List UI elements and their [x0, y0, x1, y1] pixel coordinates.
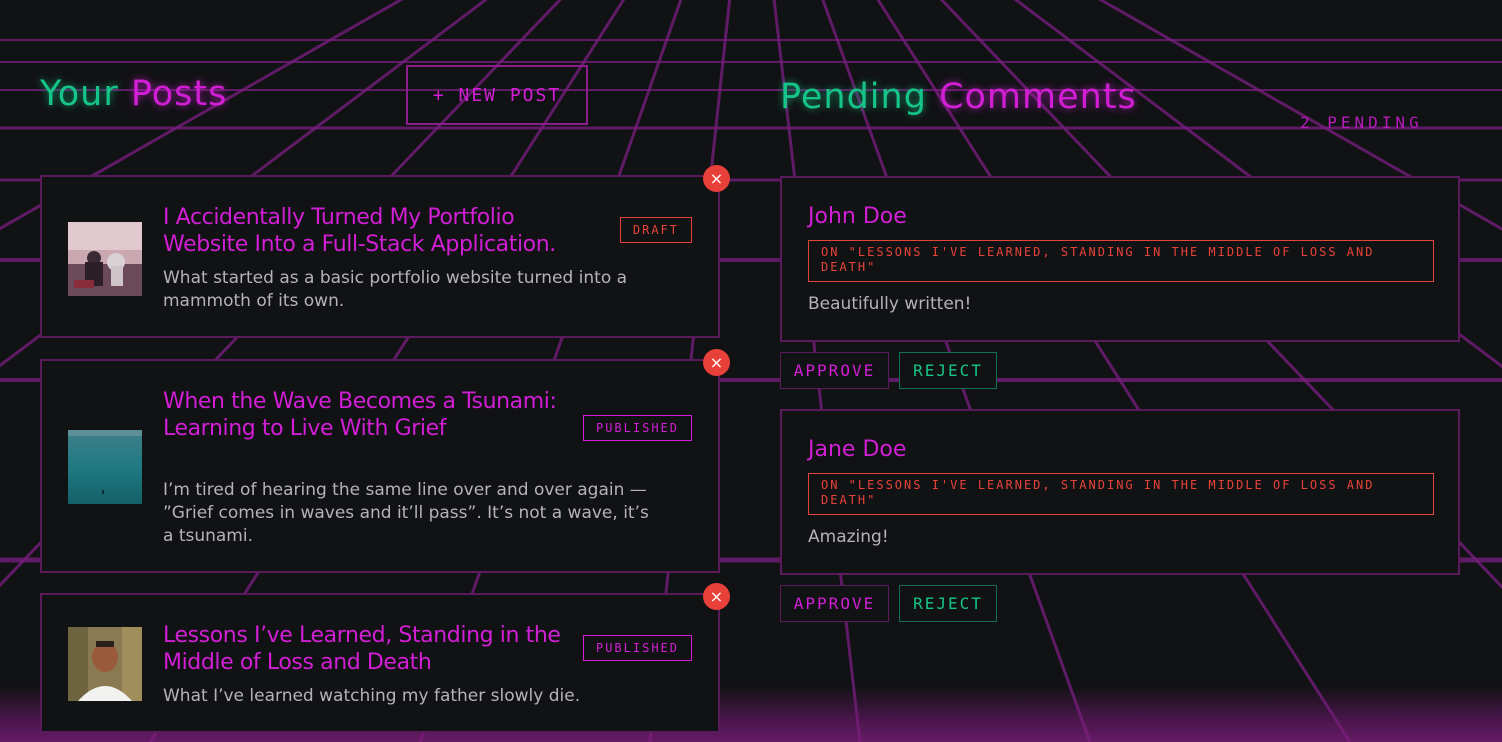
- post-excerpt: What started as a basic portfolio websit…: [163, 268, 628, 311]
- post-thumbnail: [68, 222, 142, 296]
- comment-post-reference: ON "LESSONS I'VE LEARNED, STANDING IN TH…: [808, 473, 1434, 515]
- reject-button[interactable]: REJECT: [899, 585, 997, 622]
- post-title[interactable]: When the Wave Becomes a Tsunami: Learnin…: [163, 388, 583, 442]
- pending-count: 2 PENDING: [1300, 113, 1423, 132]
- comments-section-title: Pending Comments: [780, 77, 1137, 117]
- approve-button[interactable]: APPROVE: [780, 585, 889, 622]
- comment-post-reference: ON "LESSONS I'VE LEARNED, STANDING IN TH…: [808, 240, 1434, 282]
- ocean-thumbnail: [68, 430, 142, 504]
- posts-section-title: Your Posts: [40, 74, 227, 114]
- portrait-thumbnail: [68, 627, 142, 701]
- close-icon: ×: [709, 587, 724, 606]
- approve-button[interactable]: APPROVE: [780, 352, 889, 389]
- post-card[interactable]: Lessons I’ve Learned, Standing in the Mi…: [40, 593, 720, 733]
- posts-title-word-1: Your: [40, 74, 119, 114]
- comment-author: John Doe: [808, 204, 907, 229]
- comment-body: Amazing!: [808, 527, 889, 547]
- close-icon: ×: [709, 169, 724, 188]
- comment-card: Jane Doe ON "LESSONS I'VE LEARNED, STAND…: [780, 409, 1460, 575]
- post-thumbnail: [68, 430, 142, 504]
- reject-button[interactable]: REJECT: [899, 352, 997, 389]
- status-badge: PUBLISHED: [582, 415, 692, 441]
- comments-title-word-2: Comments: [939, 77, 1137, 117]
- status-badge: PUBLISHED: [582, 635, 692, 661]
- close-icon: ×: [709, 353, 724, 372]
- post-title[interactable]: Lessons I’ve Learned, Standing in the Mi…: [163, 622, 583, 676]
- delete-post-button[interactable]: ×: [703, 165, 730, 192]
- delete-post-button[interactable]: ×: [703, 349, 730, 376]
- new-post-button[interactable]: + NEW POST: [406, 65, 588, 125]
- post-card[interactable]: I Accidentally Turned My Portfolio Websi…: [40, 175, 720, 338]
- post-excerpt: I’m tired of hearing the same line over …: [163, 480, 649, 546]
- posts-title-word-2: Posts: [130, 74, 228, 114]
- post-title[interactable]: I Accidentally Turned My Portfolio Websi…: [163, 204, 583, 258]
- post-card[interactable]: When the Wave Becomes a Tsunami: Learnin…: [40, 359, 720, 573]
- status-badge: DRAFT: [619, 217, 692, 243]
- comments-title-word-1: Pending: [780, 77, 927, 117]
- post-excerpt: What I’ve learned watching my father slo…: [163, 686, 581, 706]
- illustrated-scene-thumbnail: [68, 222, 142, 296]
- comment-body: Beautifully written!: [808, 294, 972, 314]
- post-thumbnail: [68, 627, 142, 701]
- delete-post-button[interactable]: ×: [703, 583, 730, 610]
- comment-card: John Doe ON "LESSONS I'VE LEARNED, STAND…: [780, 176, 1460, 342]
- comment-author: Jane Doe: [808, 437, 907, 462]
